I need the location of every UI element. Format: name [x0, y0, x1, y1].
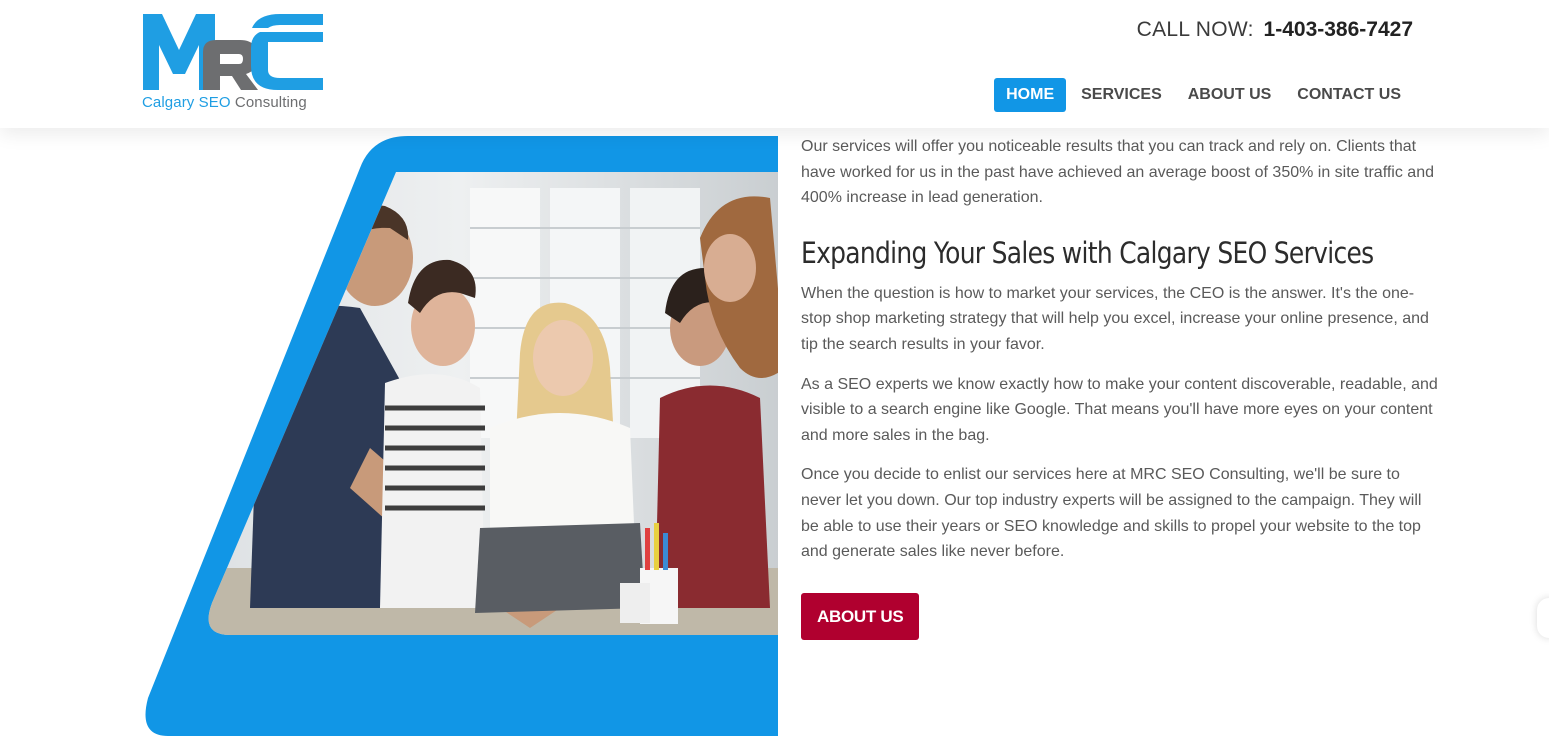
logo-tagline-part2: Consulting: [230, 94, 307, 111]
call-now-label: CALL NOW:: [1136, 18, 1254, 41]
intro-paragraph: Our services will offer you noticeable r…: [801, 138, 1434, 207]
nav-contact-us[interactable]: CONTACT US: [1284, 78, 1414, 112]
body-paragraph-2: As a SEO experts we know exactly how to …: [801, 375, 1438, 444]
logo-tagline: Calgary SEO Consulting: [142, 94, 307, 111]
logo-tagline-part1: Calgary SEO: [142, 94, 231, 111]
site-header: Calgary SEO Consulting CALL NOW: 1-403-3…: [0, 0, 1549, 128]
main-content: Our services will offer you noticeable r…: [801, 134, 1441, 640]
about-us-button[interactable]: ABOUT US: [801, 592, 920, 640]
main-nav: HOME SERVICES ABOUT US CONTACT US: [994, 78, 1414, 112]
site-logo[interactable]: Calgary SEO Consulting: [140, 12, 326, 116]
mrc-logo-icon: [143, 14, 323, 90]
body-paragraph-3: Once you decide to enlist our services h…: [801, 466, 1422, 561]
nav-services[interactable]: SERVICES: [1068, 78, 1175, 112]
phone-number-link[interactable]: 1-403-386-7427: [1264, 18, 1413, 41]
team-photo-image: [145, 136, 779, 736]
section-heading: Expanding Your Sales with Calgary SEO Se…: [801, 235, 1374, 270]
call-now: CALL NOW: 1-403-386-7427: [1137, 18, 1413, 42]
hero-image-panel: [140, 128, 780, 736]
slider-next-handle[interactable]: [1537, 598, 1549, 638]
nav-home[interactable]: HOME: [994, 78, 1067, 112]
body-paragraph-1: When the question is how to market your …: [801, 284, 1429, 353]
nav-about-us[interactable]: ABOUT US: [1175, 78, 1285, 112]
